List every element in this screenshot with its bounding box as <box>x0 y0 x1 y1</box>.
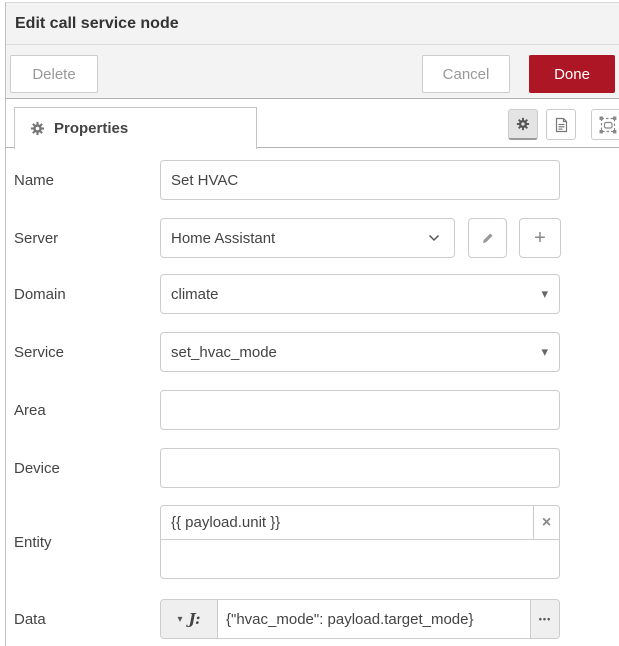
entity-list-item: × <box>161 506 559 540</box>
tab-properties-label: Properties <box>54 120 128 137</box>
server-select[interactable]: Home Assistant <box>160 218 455 258</box>
server-select-value: Home Assistant <box>171 230 275 247</box>
description-section-button[interactable] <box>546 109 576 140</box>
edit-node-tray: Edit call service node Delete Cancel Don… <box>5 2 619 646</box>
close-icon: × <box>542 514 551 531</box>
device-row: Device <box>14 448 619 488</box>
chevron-down-icon <box>428 234 440 242</box>
service-row: Service ▾ <box>14 332 619 372</box>
tab-properties[interactable]: Properties <box>14 107 257 149</box>
device-label: Device <box>14 460 160 477</box>
appearance-section-button[interactable] <box>591 109 619 140</box>
data-label: Data <box>14 611 160 628</box>
service-label: Service <box>14 344 160 361</box>
entity-list: × <box>160 505 560 579</box>
appearance-selection-icon <box>599 116 617 134</box>
device-input[interactable] <box>160 448 560 488</box>
entity-list-empty-area[interactable] <box>161 540 559 578</box>
server-label: Server <box>14 230 160 247</box>
editor-tab-bar: Properties <box>6 99 619 148</box>
area-label: Area <box>14 402 160 419</box>
expand-data-button[interactable]: ••• <box>530 600 559 638</box>
service-input[interactable] <box>160 332 560 372</box>
gear-icon <box>516 117 530 131</box>
data-type-button[interactable]: ▾ J: <box>161 600 218 638</box>
area-input[interactable] <box>160 390 560 430</box>
area-row: Area <box>14 390 619 430</box>
properties-section-button[interactable] <box>508 109 538 140</box>
entity-label: Entity <box>14 534 160 551</box>
dialog-title: Edit call service node <box>15 15 179 33</box>
done-button[interactable]: Done <box>529 55 615 93</box>
domain-input[interactable] <box>160 274 560 314</box>
entity-item-input[interactable] <box>161 506 533 539</box>
cancel-button[interactable]: Cancel <box>422 55 510 93</box>
json-type-icon: J: <box>189 610 201 628</box>
data-typed-input: ▾ J: ••• <box>160 599 560 639</box>
data-input[interactable] <box>218 600 530 638</box>
pencil-icon <box>481 231 495 245</box>
ellipsis-icon: ••• <box>539 614 551 624</box>
tray-toolbar: Delete Cancel Done <box>6 45 619 99</box>
name-label: Name <box>14 172 160 189</box>
name-row: Name <box>14 160 619 200</box>
remove-entity-button[interactable]: × <box>533 506 559 539</box>
entity-row: Entity × <box>14 505 619 579</box>
tray-header: Edit call service node <box>6 3 619 45</box>
properties-form: Name Server Home Assistant <box>6 148 619 639</box>
delete-button[interactable]: Delete <box>10 55 98 93</box>
name-input[interactable] <box>160 160 560 200</box>
add-server-button[interactable]: + <box>519 218 561 258</box>
document-icon <box>554 117 569 133</box>
server-row: Server Home Assistant + <box>14 218 619 258</box>
caret-down-icon: ▾ <box>177 614 182 625</box>
gear-icon <box>30 121 45 136</box>
plus-icon: + <box>534 227 546 250</box>
domain-row: Domain ▾ <box>14 274 619 314</box>
domain-label: Domain <box>14 286 160 303</box>
edit-server-button[interactable] <box>468 218 507 258</box>
data-row: Data ▾ J: ••• <box>14 599 619 639</box>
